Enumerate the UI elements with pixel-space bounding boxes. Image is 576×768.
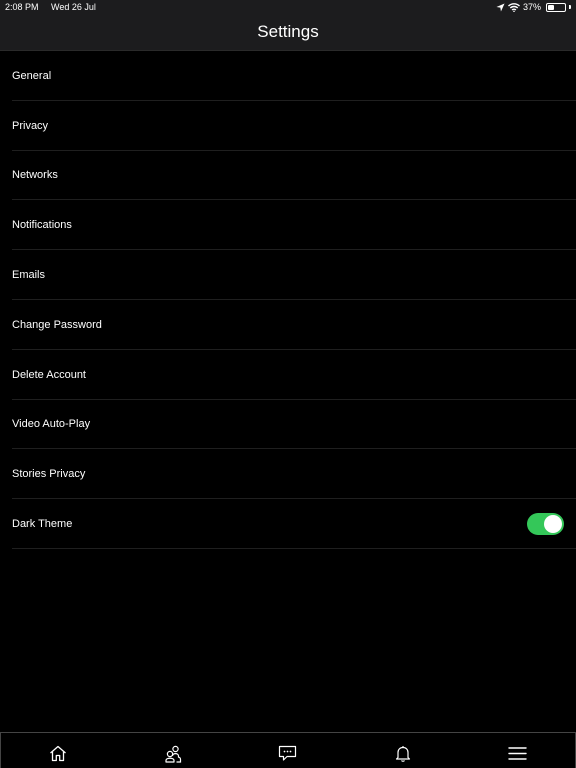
settings-list: General Privacy Networks Notifications E… <box>0 51 576 549</box>
settings-item-networks[interactable]: Networks <box>0 151 576 201</box>
settings-item-label: Dark Theme <box>12 518 73 531</box>
status-bar: 2:08 PM Wed 26 Jul 37% <box>0 0 576 14</box>
settings-item-change-password[interactable]: Change Password <box>0 300 576 350</box>
settings-item-label: Delete Account <box>12 368 86 381</box>
menu-icon <box>508 746 527 761</box>
settings-item-privacy[interactable]: Privacy <box>0 101 576 151</box>
settings-item-general[interactable]: General <box>0 51 576 101</box>
settings-item-label: Stories Privacy <box>12 468 86 481</box>
settings-item-video-auto-play[interactable]: Video Auto-Play <box>0 400 576 450</box>
wifi-icon <box>508 2 520 12</box>
page-title: Settings <box>257 22 319 41</box>
tab-bar <box>0 732 576 768</box>
status-left: 2:08 PM Wed 26 Jul <box>5 2 96 12</box>
battery-tip <box>569 5 571 9</box>
chat-icon <box>278 745 297 762</box>
settings-screen: 2:08 PM Wed 26 Jul 37% Settings General … <box>0 0 576 768</box>
settings-item-notifications[interactable]: Notifications <box>0 200 576 250</box>
people-icon <box>164 745 182 763</box>
battery-icon <box>546 2 566 12</box>
settings-item-label: Notifications <box>12 219 72 232</box>
bell-icon <box>395 745 411 762</box>
settings-item-label: Change Password <box>12 318 102 331</box>
status-right: 37% <box>496 2 571 12</box>
tab-menu[interactable] <box>460 733 575 768</box>
nav-header: Settings <box>0 14 576 51</box>
location-icon <box>496 2 505 12</box>
dark-theme-toggle[interactable] <box>527 513 564 536</box>
status-time: 2:08 PM <box>5 2 39 12</box>
tab-home[interactable] <box>1 733 116 768</box>
settings-item-label: Networks <box>12 169 58 182</box>
settings-item-label: Privacy <box>12 119 49 132</box>
tab-notifications[interactable] <box>345 733 460 768</box>
status-date: Wed 26 Jul <box>51 2 96 12</box>
settings-item-label: General <box>12 69 52 82</box>
battery-percent: 37% <box>522 2 541 12</box>
battery-fill <box>548 4 554 10</box>
settings-item-label: Video Auto-Play <box>12 418 91 431</box>
tab-people[interactable] <box>116 733 231 768</box>
settings-item-label: Emails <box>12 269 46 282</box>
home-icon <box>49 745 67 762</box>
settings-item-delete-account[interactable]: Delete Account <box>0 350 576 400</box>
settings-item-dark-theme: Dark Theme <box>0 499 576 549</box>
settings-item-emails[interactable]: Emails <box>0 250 576 300</box>
tab-messages[interactable] <box>231 733 346 768</box>
settings-item-stories-privacy[interactable]: Stories Privacy <box>0 449 576 499</box>
toggle-knob <box>544 515 562 534</box>
